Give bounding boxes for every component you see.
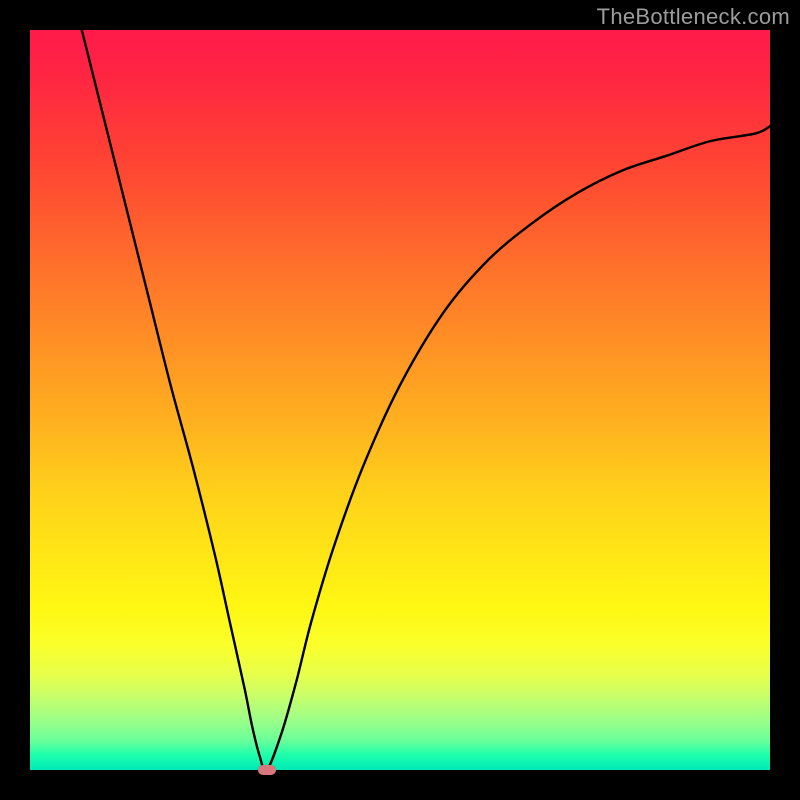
bottleneck-curve (82, 30, 770, 770)
plot-area (30, 30, 770, 770)
chart-frame: TheBottleneck.com (0, 0, 800, 800)
watermark-label: TheBottleneck.com (597, 4, 790, 30)
optimal-point-marker (258, 765, 276, 775)
curve-layer (30, 30, 770, 770)
